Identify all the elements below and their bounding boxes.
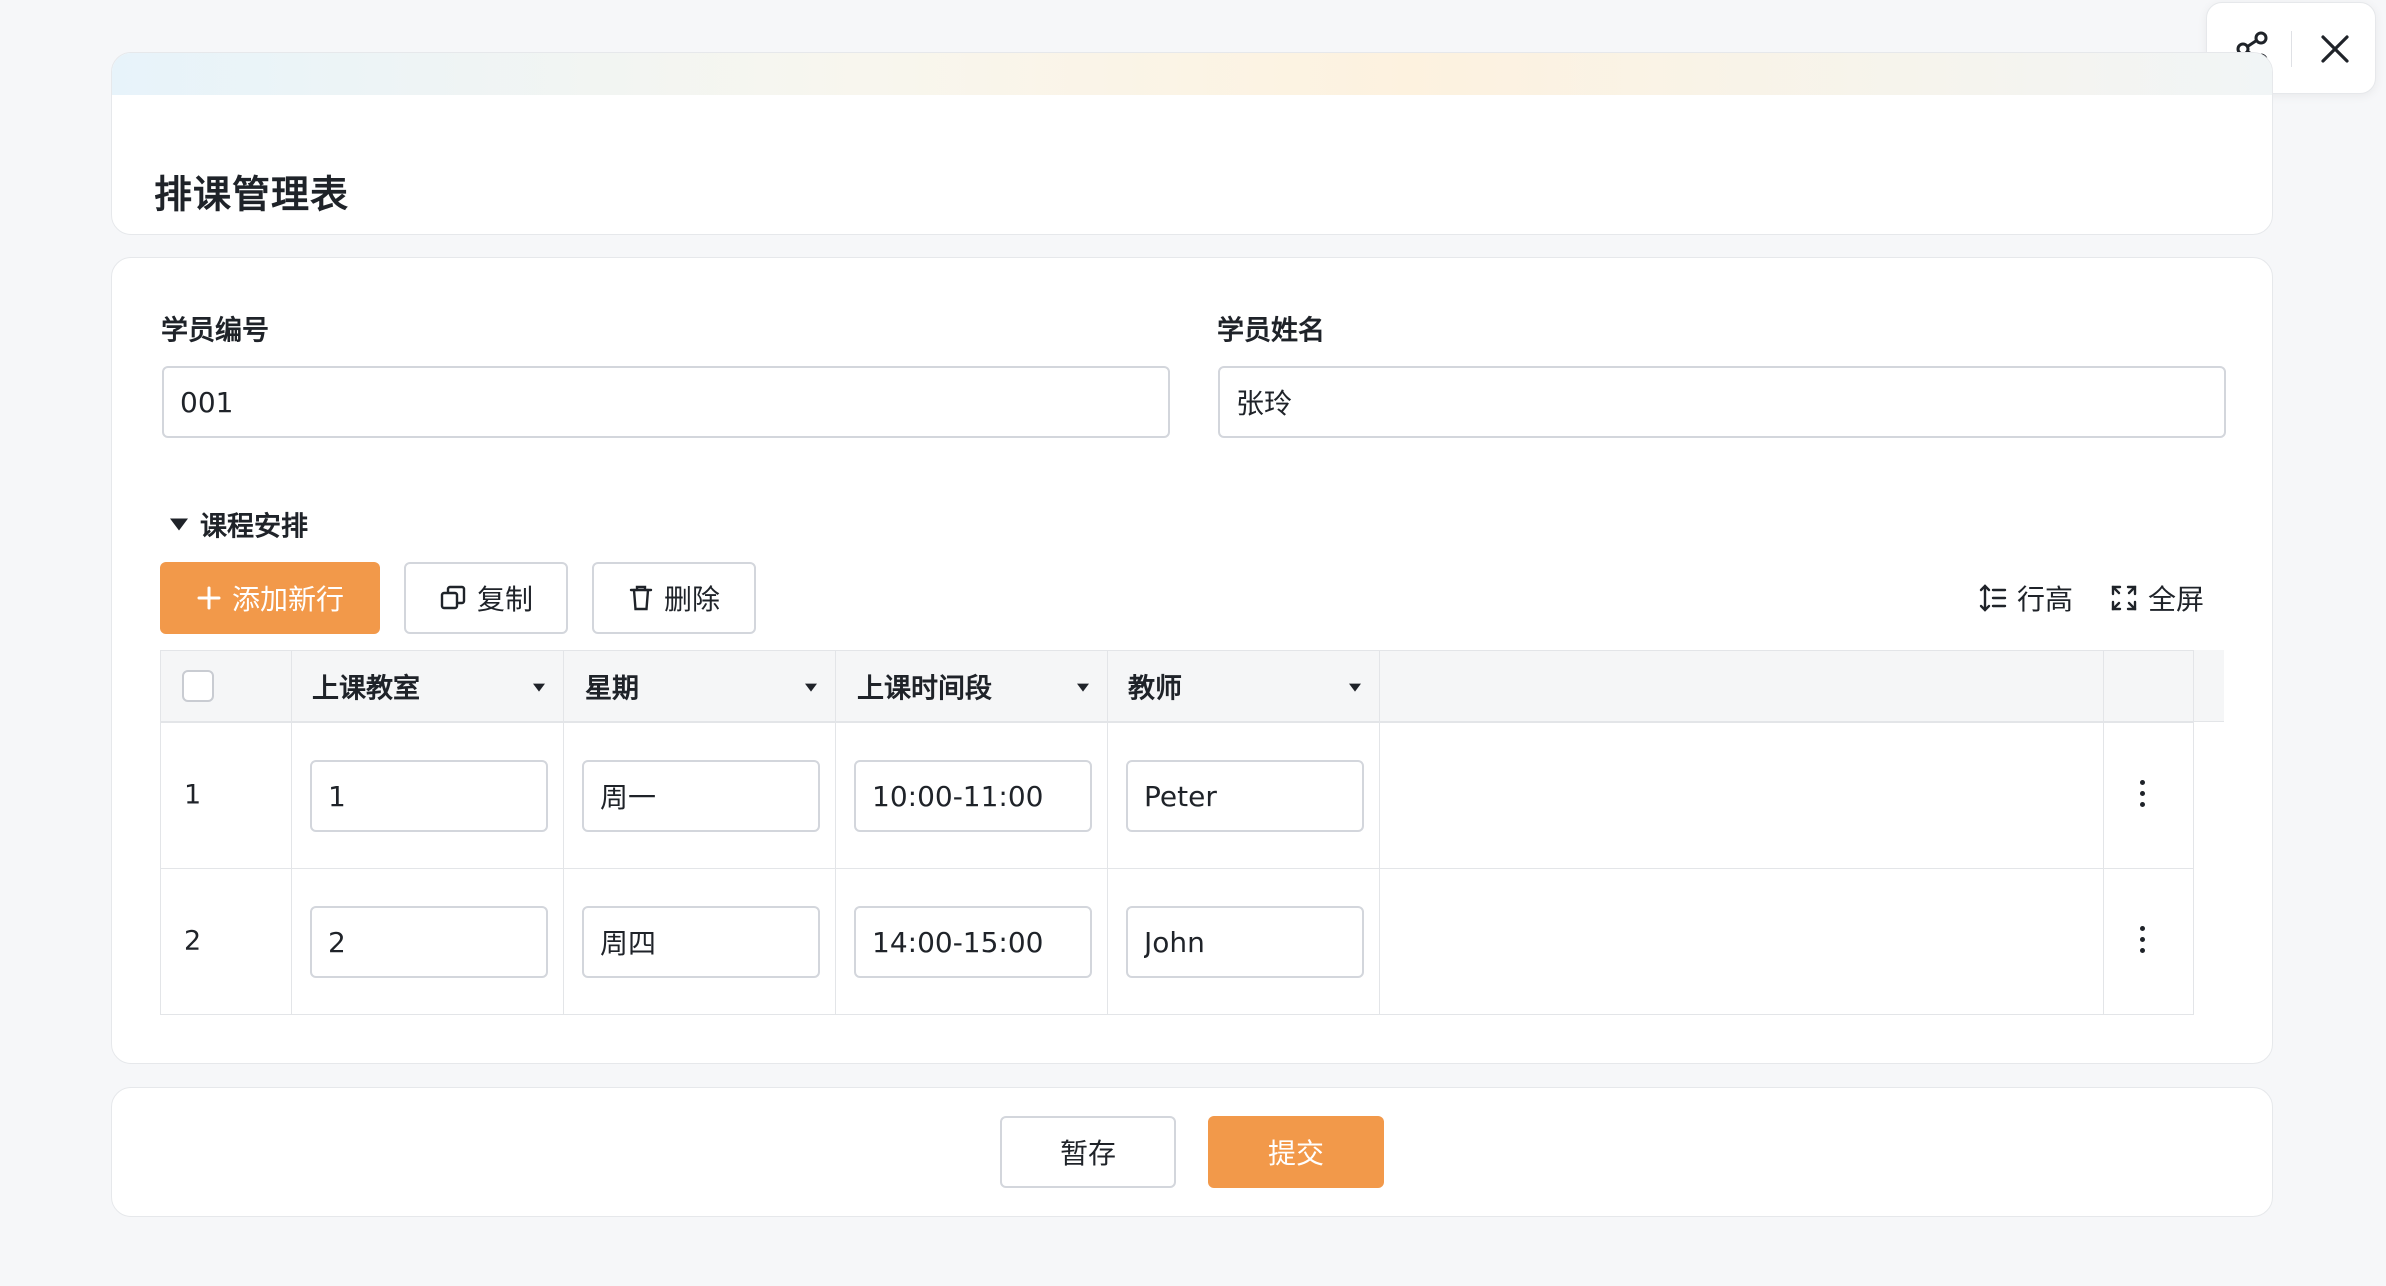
- row-more-icon[interactable]: [2137, 780, 2147, 810]
- student-id-label: 学员编号: [161, 315, 269, 347]
- save-draft-button[interactable]: 暂存: [1000, 1116, 1176, 1188]
- close-icon[interactable]: [2315, 29, 2355, 69]
- table-border: [160, 868, 2194, 869]
- student-id-input[interactable]: [162, 366, 1170, 438]
- time-input[interactable]: [854, 760, 1092, 832]
- table-border: [160, 650, 161, 1015]
- table-border: [291, 650, 292, 1015]
- teacher-input[interactable]: [1126, 906, 1364, 978]
- column-header-teacher[interactable]: 教师: [1128, 667, 1182, 706]
- dropdown-caret-icon[interactable]: [1349, 683, 1361, 692]
- student-name-input[interactable]: [1218, 366, 2226, 438]
- fullscreen-label: 全屏: [2148, 583, 2205, 616]
- table-border: [160, 650, 2194, 651]
- student-name-label: 学员姓名: [1217, 315, 1325, 347]
- caret-down-icon: [170, 518, 188, 530]
- time-input[interactable]: [854, 906, 1092, 978]
- row-height-label: 行高: [2017, 583, 2074, 616]
- delete-button[interactable]: 删除: [592, 562, 756, 634]
- table-border: [2193, 650, 2194, 1015]
- row-number: 2: [184, 925, 202, 957]
- weekday-input[interactable]: [582, 906, 820, 978]
- classroom-input[interactable]: [310, 906, 548, 978]
- column-header-time[interactable]: 上课时间段: [857, 667, 992, 706]
- dropdown-caret-icon[interactable]: [1077, 683, 1089, 692]
- table-border: [1379, 650, 1380, 1015]
- dropdown-caret-icon[interactable]: [533, 683, 545, 692]
- title-gradient-bar: [112, 53, 2272, 95]
- copy-label: 复制: [476, 583, 533, 616]
- weekday-input[interactable]: [582, 760, 820, 832]
- submit-button[interactable]: 提交: [1208, 1116, 1384, 1188]
- table-border: [160, 1014, 2194, 1015]
- schedule-section-toggle[interactable]: 课程安排: [170, 505, 308, 544]
- fullscreen-icon: [2110, 584, 2138, 612]
- row-height-icon: [1979, 583, 2007, 613]
- copy-button[interactable]: 复制: [404, 562, 568, 634]
- title-card: 排课管理表: [111, 52, 2273, 235]
- table-header: [160, 650, 2224, 722]
- page-title: 排课管理表: [154, 172, 350, 217]
- footer-card: [111, 1087, 2273, 1217]
- teacher-input[interactable]: [1126, 760, 1364, 832]
- copy-icon: [439, 584, 467, 612]
- table-border: [2103, 650, 2104, 1015]
- fullscreen-button[interactable]: 全屏: [2110, 578, 2204, 618]
- schedule-table: 上课教室 星期 上课时间段 教师 1 2: [160, 650, 2224, 1016]
- select-all-checkbox[interactable]: [182, 670, 214, 702]
- column-header-weekday[interactable]: 星期: [585, 667, 639, 706]
- dropdown-caret-icon[interactable]: [805, 683, 817, 692]
- delete-label: 删除: [663, 583, 720, 616]
- schedule-section-title: 课程安排: [200, 511, 308, 543]
- separator: [2291, 31, 2292, 67]
- add-row-label: 添加新行: [231, 583, 344, 616]
- add-row-button[interactable]: 添加新行: [160, 562, 380, 634]
- table-border: [1107, 650, 1108, 1015]
- table-border: [563, 650, 564, 1015]
- row-more-icon[interactable]: [2137, 926, 2147, 956]
- table-border: [160, 722, 2194, 723]
- classroom-input[interactable]: [310, 760, 548, 832]
- plus-icon: [196, 585, 222, 611]
- table-border: [835, 650, 836, 1015]
- trash-icon: [628, 584, 654, 612]
- row-number: 1: [184, 779, 202, 811]
- column-header-classroom[interactable]: 上课教室: [312, 667, 420, 706]
- row-height-button[interactable]: 行高: [1979, 578, 2073, 618]
